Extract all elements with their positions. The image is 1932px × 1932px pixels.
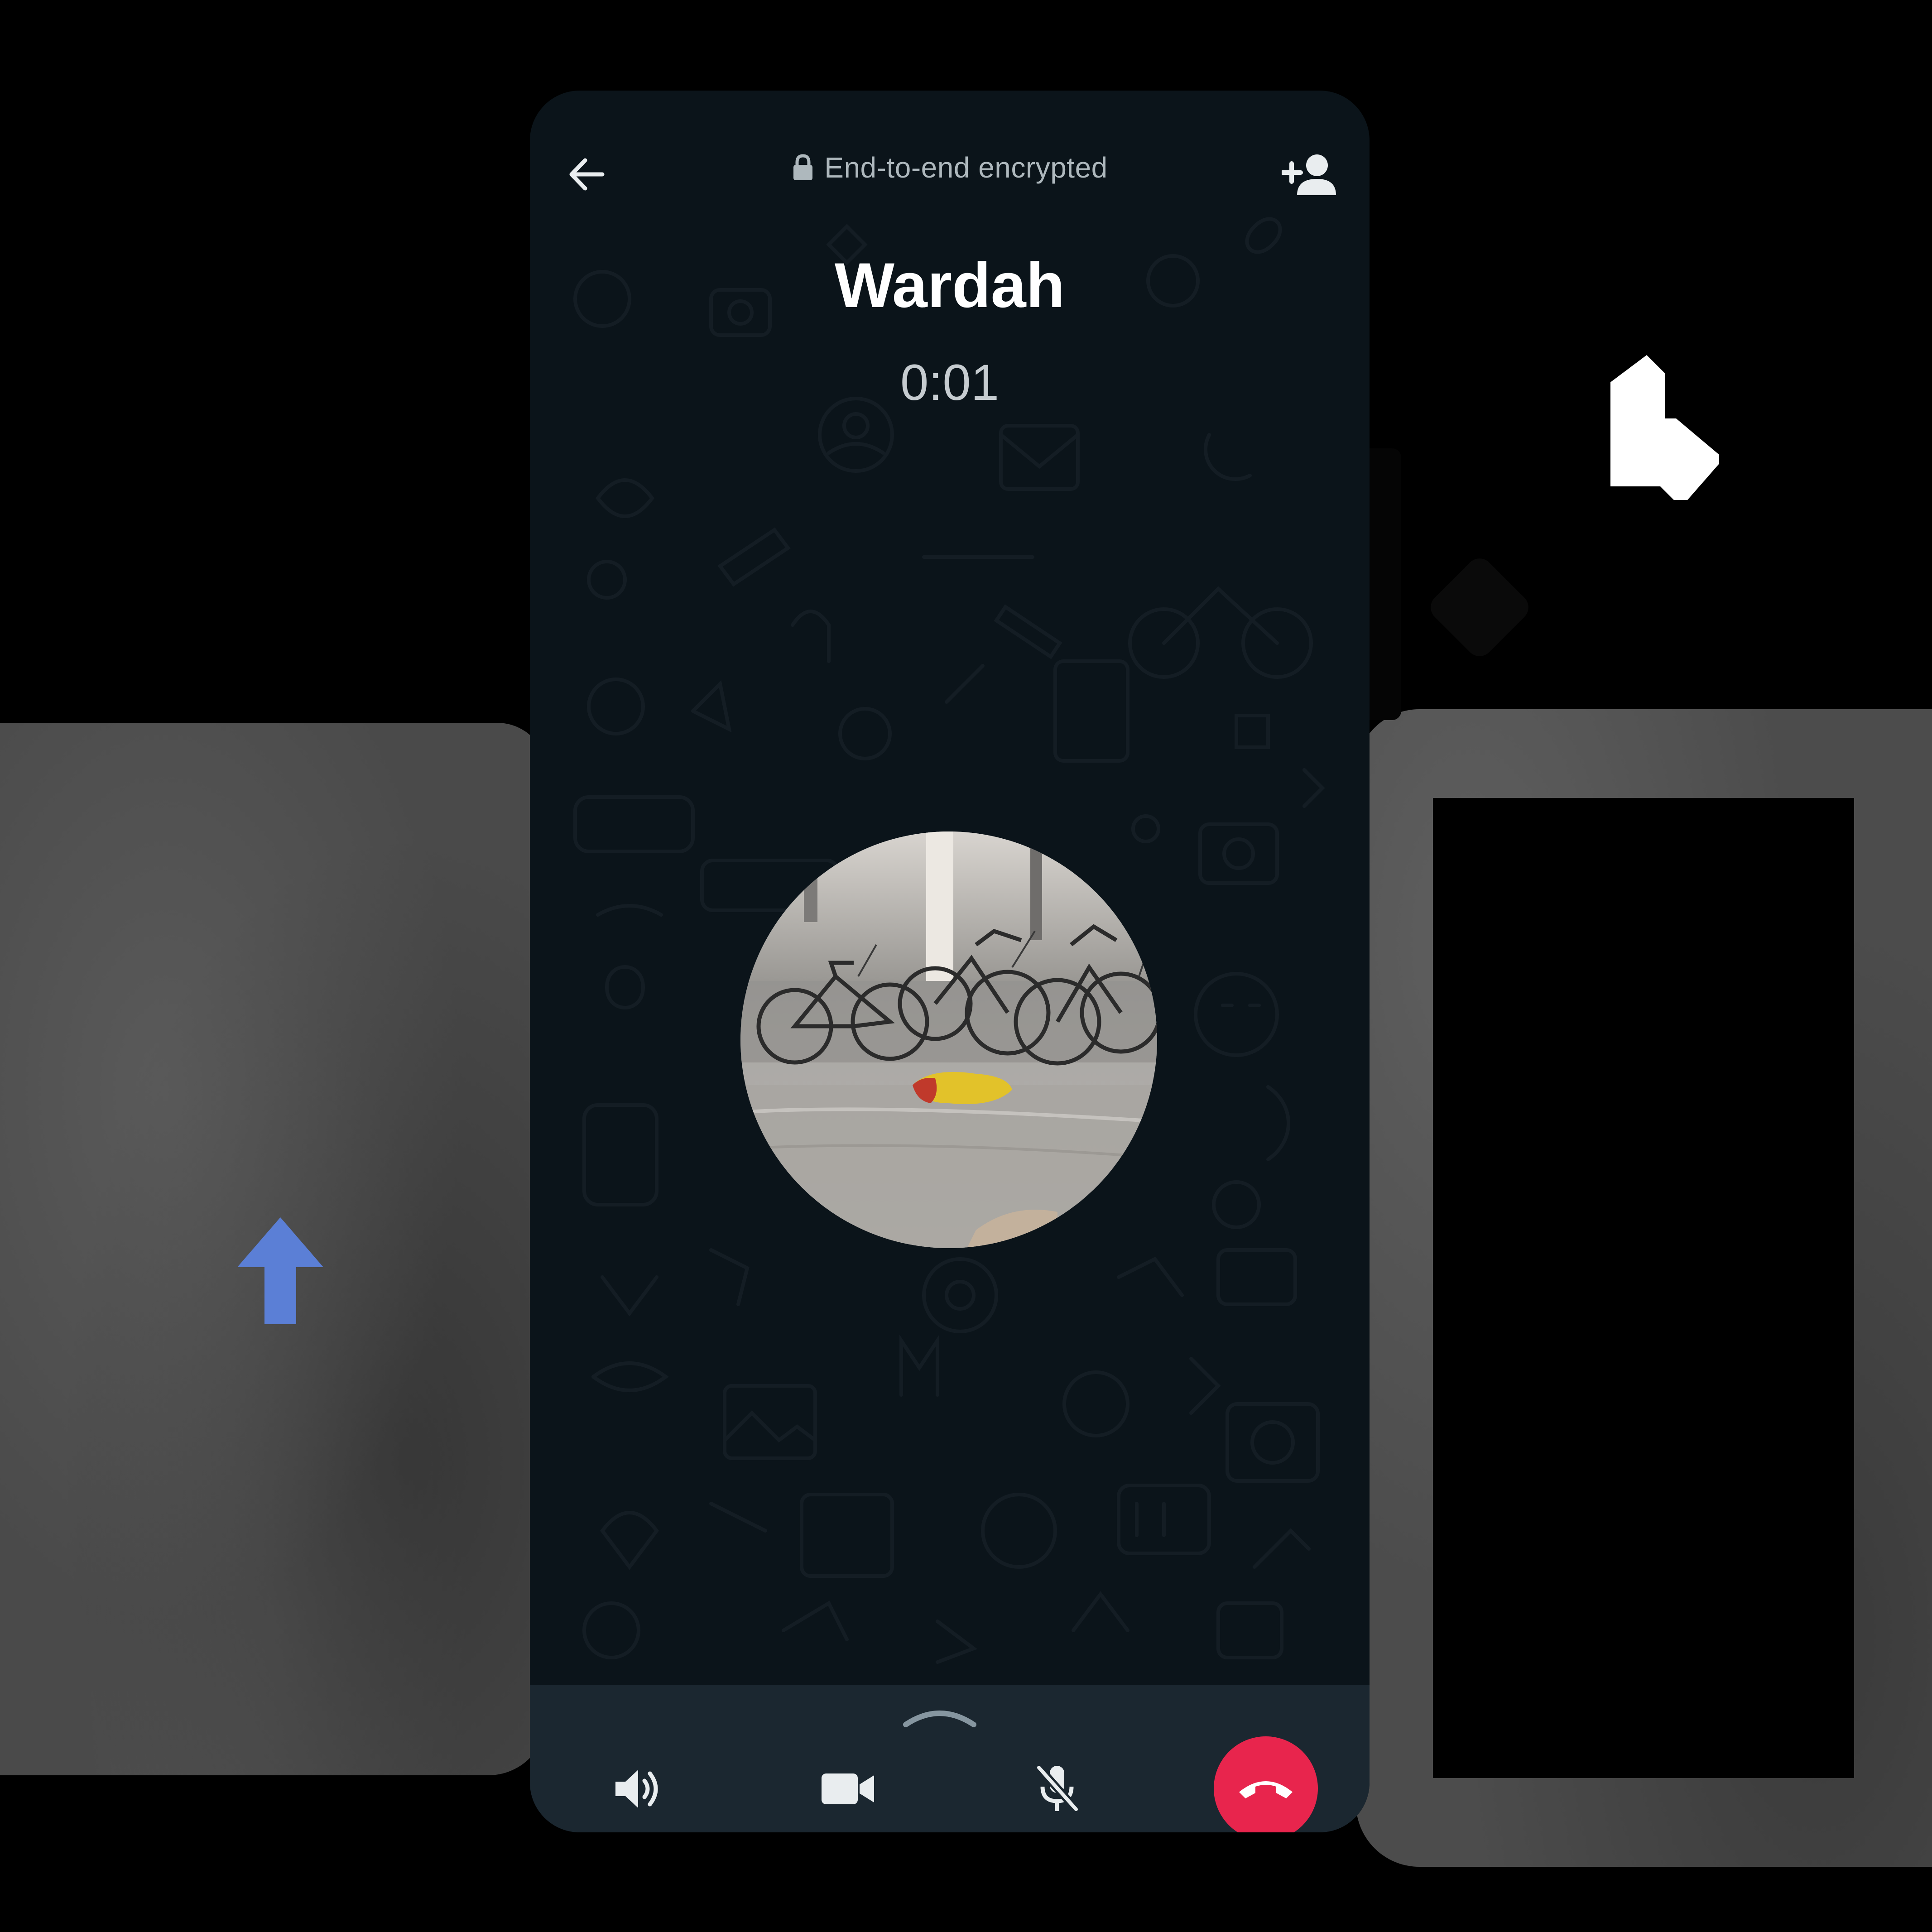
microphone-off-icon [1035, 1764, 1080, 1813]
add-person-icon [1282, 154, 1336, 195]
chevron-up-icon[interactable] [901, 1702, 978, 1729]
contact-name: Wardah [834, 250, 1065, 321]
video-camera-icon [822, 1773, 874, 1804]
lock-icon [793, 154, 813, 180]
left-overlay-panel [0, 723, 547, 1775]
diamond-shape [1431, 558, 1528, 656]
speaker-icon [615, 1770, 658, 1808]
call-header: End-to-end encrypted [530, 122, 1370, 213]
end-call-button[interactable] [1214, 1736, 1318, 1832]
speaker-button[interactable] [597, 1748, 678, 1830]
call-controls-sheet [530, 1685, 1370, 1832]
white-blob-shape [1610, 355, 1719, 500]
encryption-notice-text: End-to-end encrypted [824, 151, 1108, 184]
call-screen: End-to-end encrypted Wardah 0:01 [530, 91, 1370, 1832]
video-button[interactable] [807, 1748, 889, 1830]
contact-avatar[interactable] [740, 831, 1157, 1248]
arrow-left-icon [569, 158, 605, 191]
right-overlay-frame [1356, 709, 1932, 1867]
avatar-photo [740, 831, 1157, 1248]
frame-cutout [1433, 798, 1854, 1778]
call-duration: 0:01 [900, 354, 999, 411]
arrow-up-icon [237, 1217, 323, 1324]
screen: End-to-end encrypted Wardah 0:01 [0, 0, 1932, 1932]
add-participant-button[interactable] [1277, 145, 1341, 204]
mute-button[interactable] [1016, 1748, 1098, 1830]
phone-hangup-icon [1239, 1781, 1293, 1798]
encryption-notice: End-to-end encrypted [530, 122, 1370, 213]
back-button[interactable] [562, 149, 611, 199]
